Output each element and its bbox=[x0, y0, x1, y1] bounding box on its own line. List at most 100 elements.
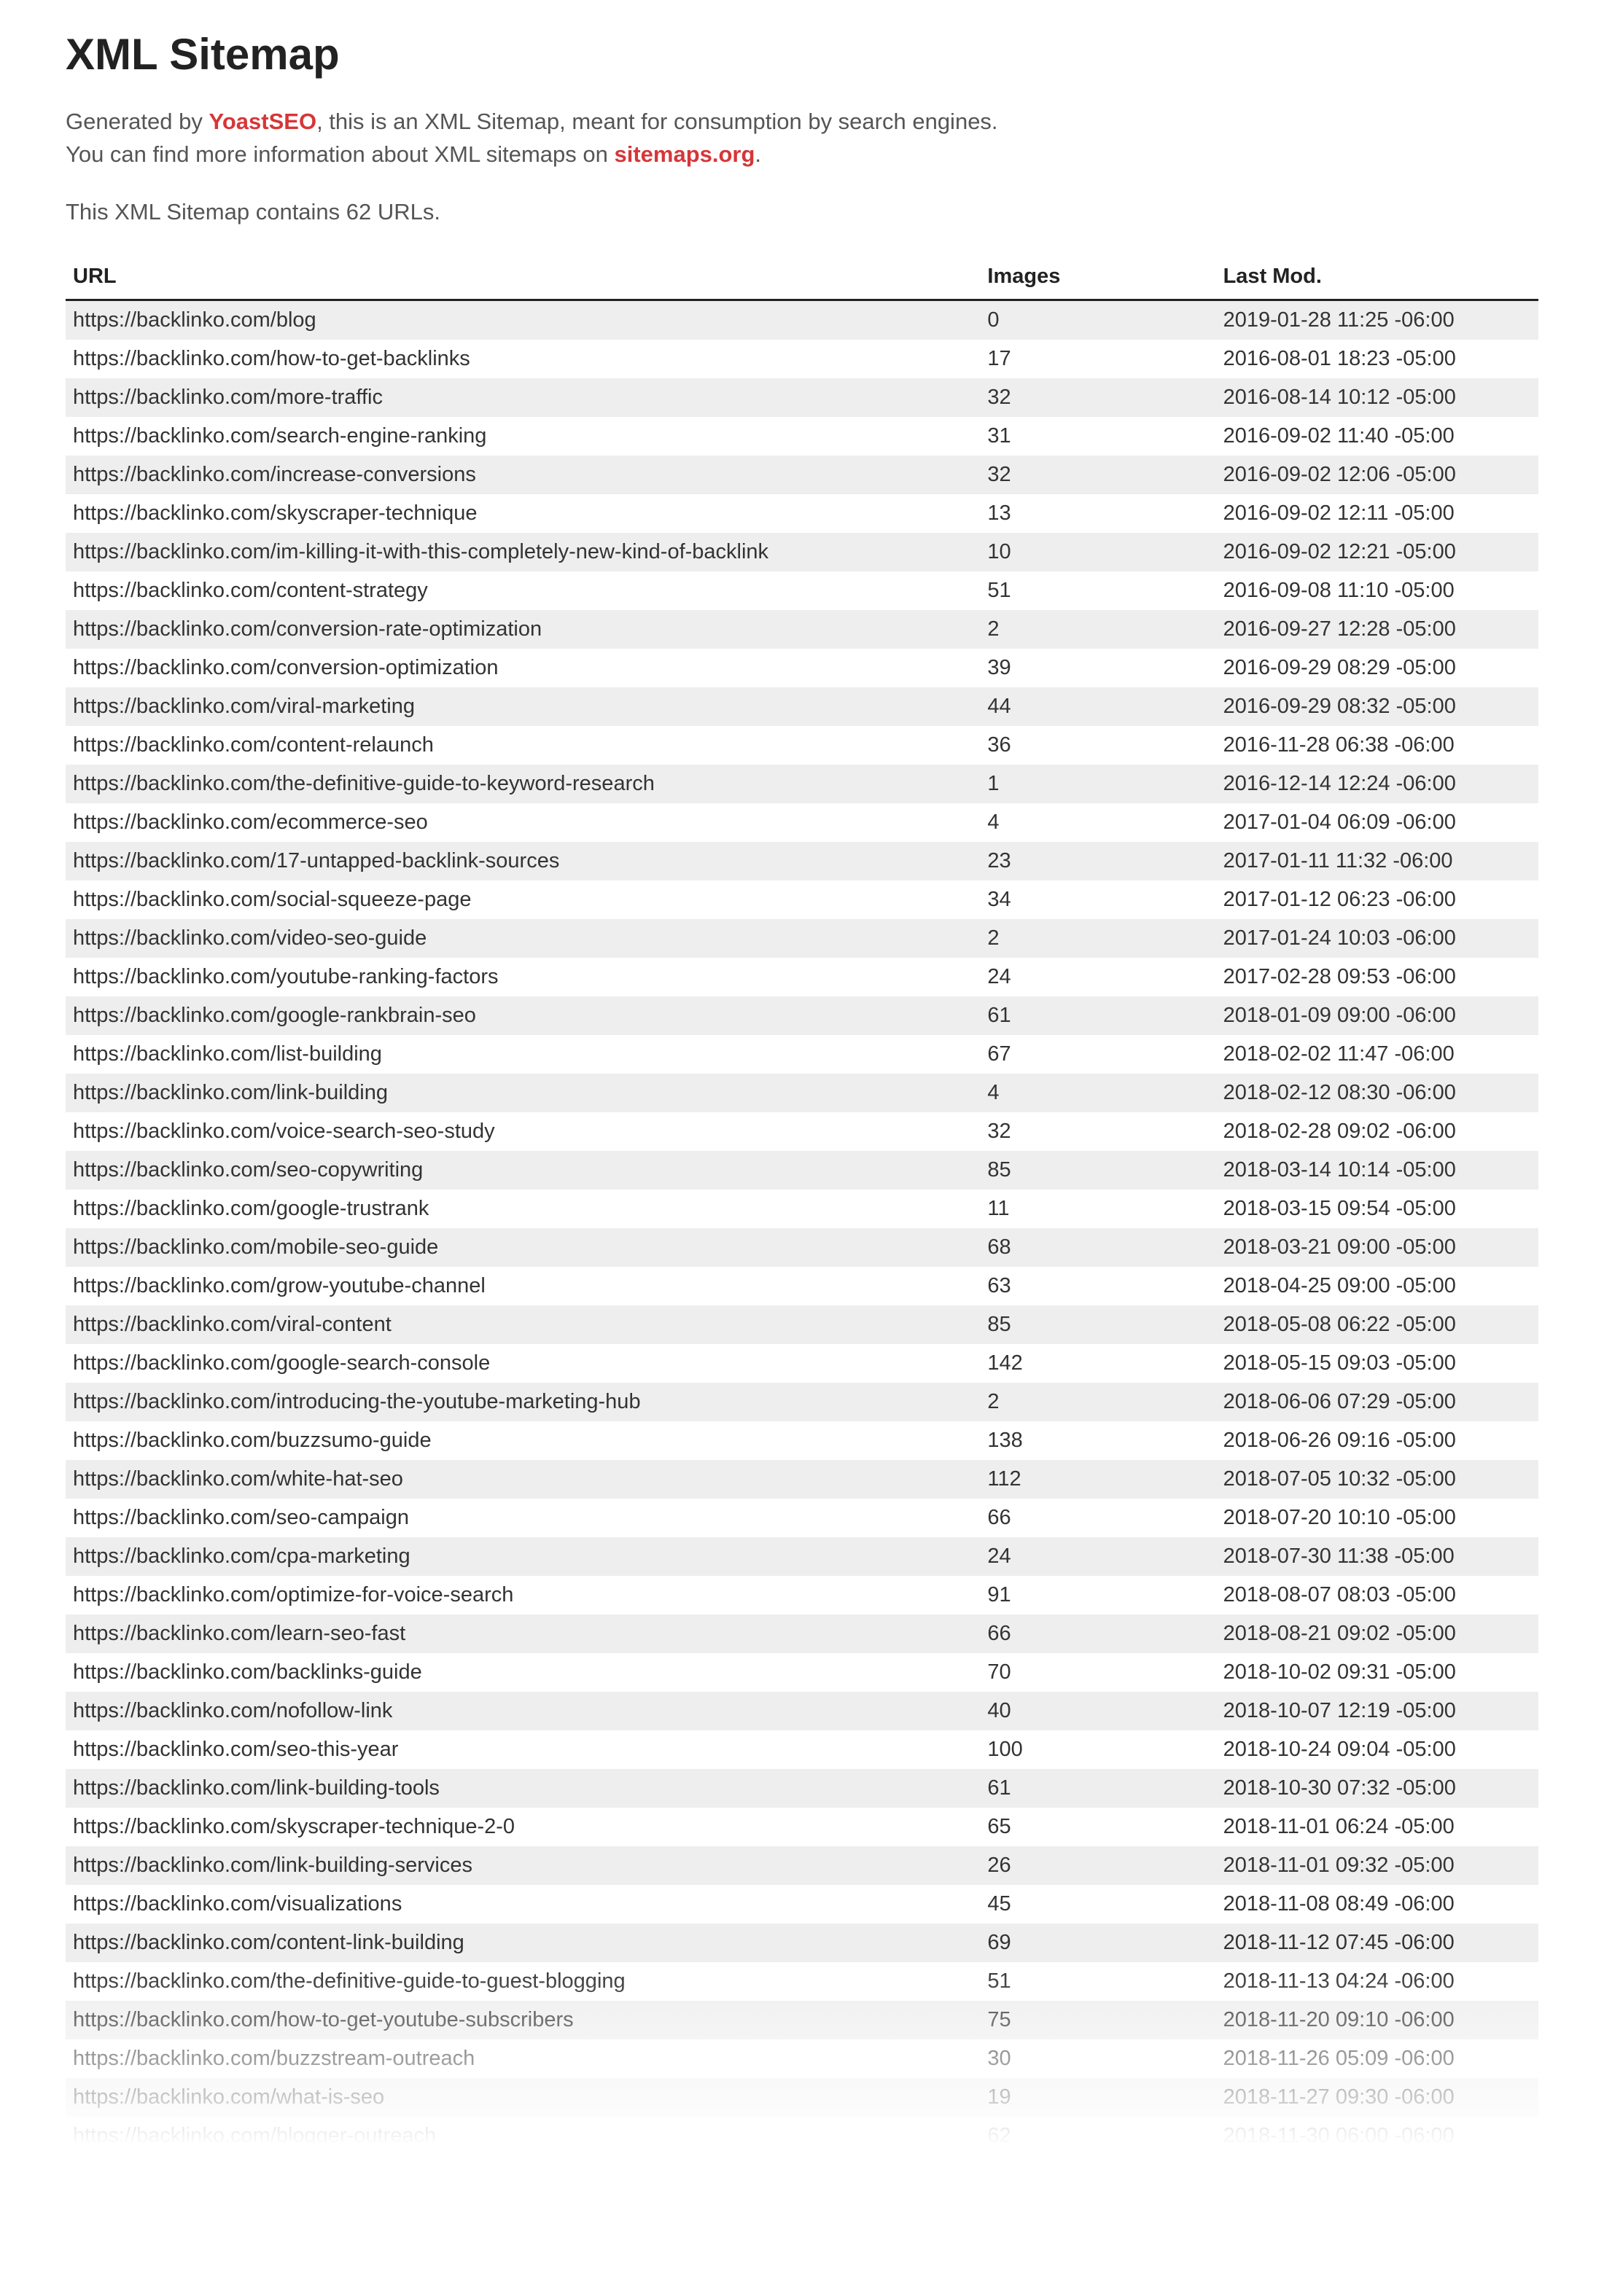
cell-url: https://backlinko.com/google-search-cons… bbox=[66, 1344, 978, 1383]
cell-url: https://backlinko.com/blogger-outreach bbox=[66, 2117, 978, 2155]
cell-lastmod: 2018-10-02 09:31 -05:00 bbox=[1215, 1653, 1538, 1692]
table-row: https://backlinko.com/seo-campaign662018… bbox=[66, 1499, 1538, 1537]
cell-url: https://backlinko.com/introducing-the-yo… bbox=[66, 1383, 978, 1421]
cell-lastmod: 2018-07-30 11:38 -05:00 bbox=[1215, 1537, 1538, 1576]
cell-images: 34 bbox=[978, 880, 1214, 919]
column-header-lastmod: Last Mod. bbox=[1215, 254, 1538, 300]
cell-url: https://backlinko.com/blog bbox=[66, 300, 978, 340]
table-row: https://backlinko.com/conversion-rate-op… bbox=[66, 610, 1538, 649]
cell-lastmod: 2018-10-24 09:04 -05:00 bbox=[1215, 1730, 1538, 1769]
table-row: https://backlinko.com/how-to-get-youtube… bbox=[66, 2001, 1538, 2039]
cell-images: 62 bbox=[978, 2117, 1214, 2155]
column-header-url: URL bbox=[66, 254, 978, 300]
table-row: https://backlinko.com/nofollow-link40201… bbox=[66, 1692, 1538, 1730]
table-row: https://backlinko.com/google-search-cons… bbox=[66, 1344, 1538, 1383]
table-row: https://backlinko.com/the-definitive-gui… bbox=[66, 1962, 1538, 2001]
cell-lastmod: 2016-09-02 12:11 -05:00 bbox=[1215, 494, 1538, 533]
cell-images: 17 bbox=[978, 340, 1214, 378]
table-row: https://backlinko.com/search-engine-rank… bbox=[66, 417, 1538, 456]
cell-lastmod: 2016-09-29 08:32 -05:00 bbox=[1215, 687, 1538, 726]
cell-lastmod: 2018-08-21 09:02 -05:00 bbox=[1215, 1614, 1538, 1653]
cell-images: 2 bbox=[978, 919, 1214, 958]
table-row: https://backlinko.com/17-untapped-backli… bbox=[66, 842, 1538, 880]
table-row: https://backlinko.com/link-building-tool… bbox=[66, 1769, 1538, 1808]
cell-images: 24 bbox=[978, 1537, 1214, 1576]
cell-images: 91 bbox=[978, 1576, 1214, 1614]
cell-images: 13 bbox=[978, 494, 1214, 533]
cell-lastmod: 2018-02-12 08:30 -06:00 bbox=[1215, 1074, 1538, 1112]
table-row: https://backlinko.com/social-squeeze-pag… bbox=[66, 880, 1538, 919]
table-row: https://backlinko.com/link-building-serv… bbox=[66, 1846, 1538, 1885]
cell-images: 26 bbox=[978, 1846, 1214, 1885]
cell-url: https://backlinko.com/nofollow-link bbox=[66, 1692, 978, 1730]
cell-lastmod: 2018-11-01 09:32 -05:00 bbox=[1215, 1846, 1538, 1885]
cell-images: 32 bbox=[978, 456, 1214, 494]
table-row: https://backlinko.com/viral-content85201… bbox=[66, 1305, 1538, 1344]
cell-images: 85 bbox=[978, 1305, 1214, 1344]
table-row: https://backlinko.com/blog02019-01-28 11… bbox=[66, 300, 1538, 340]
cell-images: 44 bbox=[978, 687, 1214, 726]
column-header-images: Images bbox=[978, 254, 1214, 300]
cell-lastmod: 2018-11-30 06:00 -06:00 bbox=[1215, 2117, 1538, 2155]
cell-lastmod: 2018-07-20 10:10 -05:00 bbox=[1215, 1499, 1538, 1537]
cell-url: https://backlinko.com/link-building bbox=[66, 1074, 978, 1112]
cell-images: 24 bbox=[978, 958, 1214, 996]
table-row: https://backlinko.com/google-trustrank11… bbox=[66, 1190, 1538, 1228]
cell-url: https://backlinko.com/video-seo-guide bbox=[66, 919, 978, 958]
cell-lastmod: 2018-05-08 06:22 -05:00 bbox=[1215, 1305, 1538, 1344]
table-row: https://backlinko.com/youtube-ranking-fa… bbox=[66, 958, 1538, 996]
cell-url: https://backlinko.com/voice-search-seo-s… bbox=[66, 1112, 978, 1151]
cell-url: https://backlinko.com/what-is-seo bbox=[66, 2078, 978, 2117]
cell-lastmod: 2018-08-07 08:03 -05:00 bbox=[1215, 1576, 1538, 1614]
cell-url: https://backlinko.com/search-engine-rank… bbox=[66, 417, 978, 456]
cell-images: 11 bbox=[978, 1190, 1214, 1228]
cell-url: https://backlinko.com/viral-content bbox=[66, 1305, 978, 1344]
cell-url: https://backlinko.com/link-building-serv… bbox=[66, 1846, 978, 1885]
cell-lastmod: 2017-01-24 10:03 -06:00 bbox=[1215, 919, 1538, 958]
cell-url: https://backlinko.com/the-definitive-gui… bbox=[66, 765, 978, 803]
cell-url: https://backlinko.com/buzzsumo-guide bbox=[66, 1421, 978, 1460]
cell-lastmod: 2018-11-01 06:24 -05:00 bbox=[1215, 1808, 1538, 1846]
page-title: XML Sitemap bbox=[66, 29, 1538, 79]
cell-images: 23 bbox=[978, 842, 1214, 880]
cell-images: 63 bbox=[978, 1267, 1214, 1305]
cell-lastmod: 2018-10-30 07:32 -05:00 bbox=[1215, 1769, 1538, 1808]
cell-images: 0 bbox=[978, 300, 1214, 340]
cell-url: https://backlinko.com/conversion-rate-op… bbox=[66, 610, 978, 649]
cell-url: https://backlinko.com/backlinks-guide bbox=[66, 1653, 978, 1692]
cell-url: https://backlinko.com/viral-marketing bbox=[66, 687, 978, 726]
cell-url: https://backlinko.com/skyscraper-techniq… bbox=[66, 1808, 978, 1846]
table-row: https://backlinko.com/learn-seo-fast6620… bbox=[66, 1614, 1538, 1653]
cell-lastmod: 2017-01-12 06:23 -06:00 bbox=[1215, 880, 1538, 919]
generated-prefix: Generated by bbox=[66, 109, 209, 134]
cell-url: https://backlinko.com/content-relaunch bbox=[66, 726, 978, 765]
cell-lastmod: 2016-09-02 12:06 -05:00 bbox=[1215, 456, 1538, 494]
cell-lastmod: 2016-11-28 06:38 -06:00 bbox=[1215, 726, 1538, 765]
table-row: https://backlinko.com/visualizations4520… bbox=[66, 1885, 1538, 1924]
cell-images: 2 bbox=[978, 1383, 1214, 1421]
generator-link[interactable]: YoastSEO bbox=[209, 109, 316, 134]
table-row: https://backlinko.com/optimize-for-voice… bbox=[66, 1576, 1538, 1614]
cell-images: 39 bbox=[978, 649, 1214, 687]
table-row: https://backlinko.com/conversion-optimiz… bbox=[66, 649, 1538, 687]
cell-url: https://backlinko.com/conversion-optimiz… bbox=[66, 649, 978, 687]
table-row: https://backlinko.com/google-rankbrain-s… bbox=[66, 996, 1538, 1035]
cell-lastmod: 2018-04-25 09:00 -05:00 bbox=[1215, 1267, 1538, 1305]
cell-url: https://backlinko.com/mobile-seo-guide bbox=[66, 1228, 978, 1267]
table-row: https://backlinko.com/skyscraper-techniq… bbox=[66, 494, 1538, 533]
table-row: https://backlinko.com/how-to-get-backlin… bbox=[66, 340, 1538, 378]
cell-lastmod: 2016-08-01 18:23 -05:00 bbox=[1215, 340, 1538, 378]
cell-url: https://backlinko.com/17-untapped-backli… bbox=[66, 842, 978, 880]
cell-url: https://backlinko.com/how-to-get-backlin… bbox=[66, 340, 978, 378]
cell-images: 2 bbox=[978, 610, 1214, 649]
table-row: https://backlinko.com/introducing-the-yo… bbox=[66, 1383, 1538, 1421]
table-row: https://backlinko.com/backlinks-guide702… bbox=[66, 1653, 1538, 1692]
description-text: Generated by YoastSEO, this is an XML Si… bbox=[66, 106, 1538, 171]
cell-images: 100 bbox=[978, 1730, 1214, 1769]
cell-url: https://backlinko.com/list-building bbox=[66, 1035, 978, 1074]
cell-lastmod: 2019-01-28 11:25 -06:00 bbox=[1215, 300, 1538, 340]
cell-url: https://backlinko.com/content-link-build… bbox=[66, 1924, 978, 1962]
table-row: https://backlinko.com/content-relaunch36… bbox=[66, 726, 1538, 765]
table-row: https://backlinko.com/mobile-seo-guide68… bbox=[66, 1228, 1538, 1267]
sitemaps-link[interactable]: sitemaps.org bbox=[614, 141, 755, 167]
